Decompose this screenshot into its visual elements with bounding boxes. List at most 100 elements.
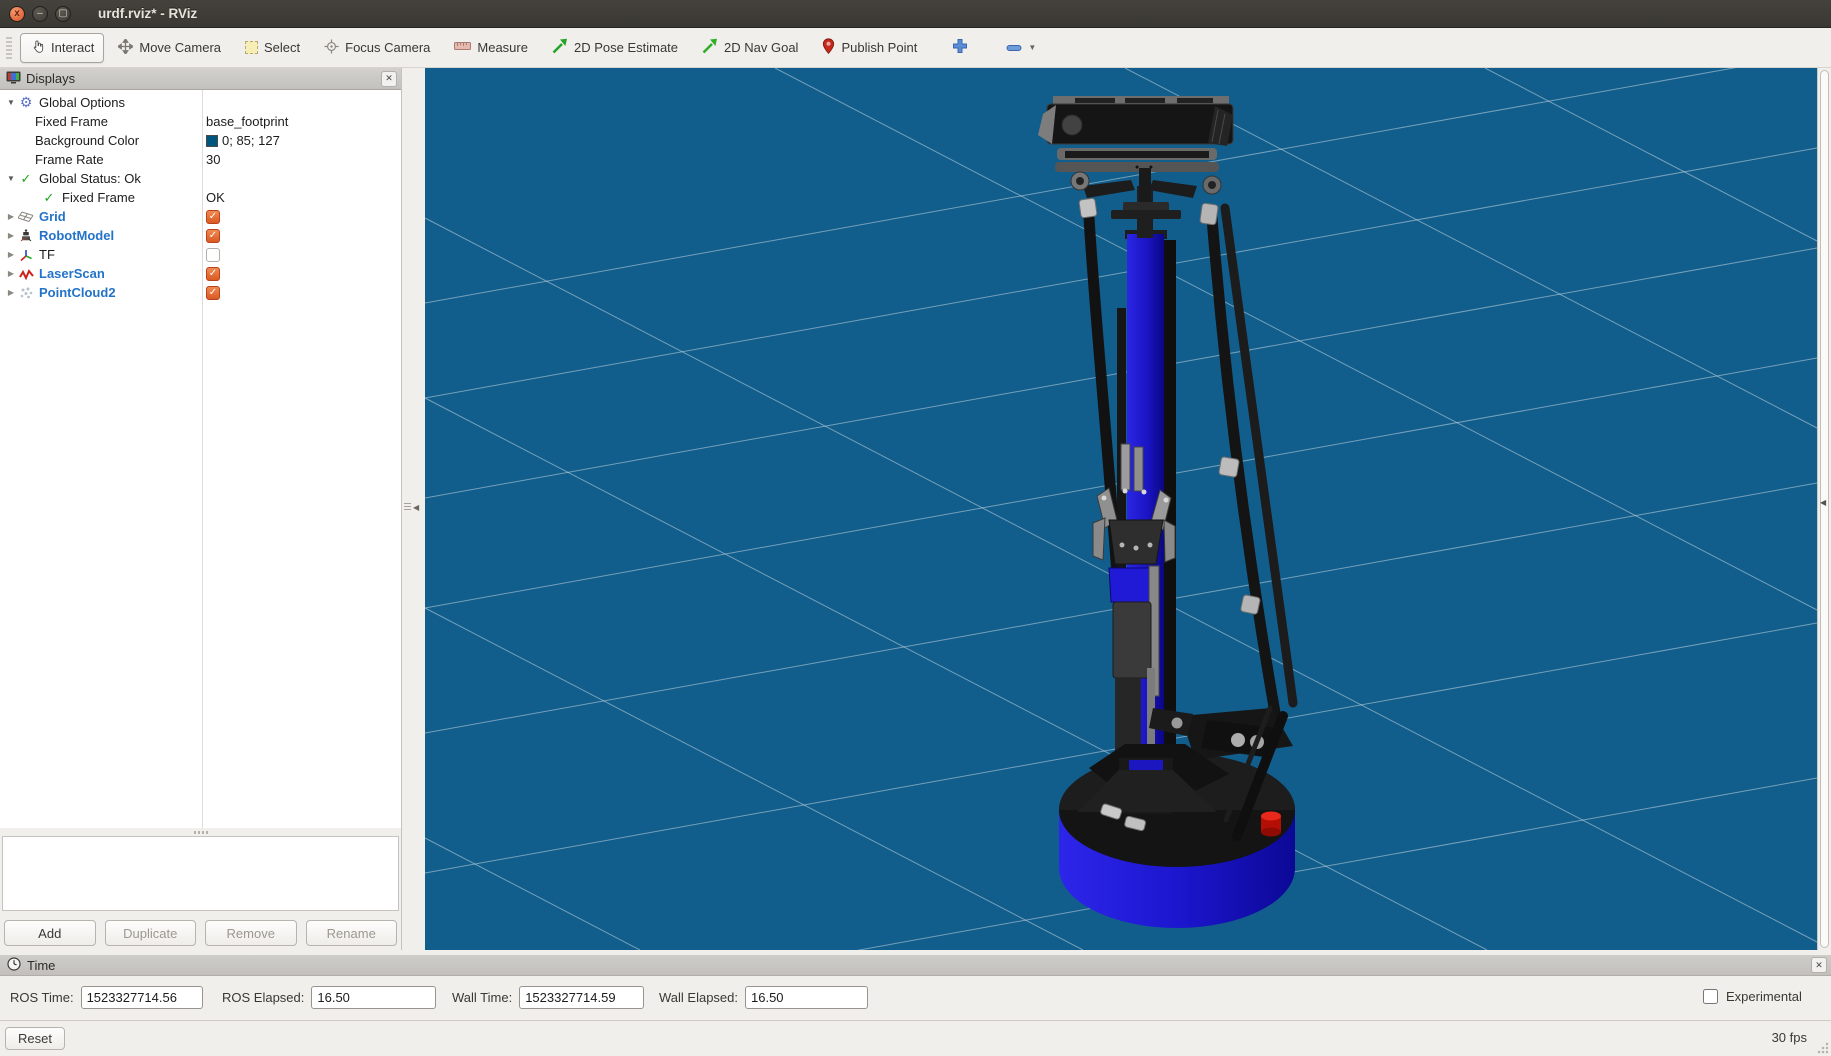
focus-camera-icon bbox=[324, 39, 339, 57]
fixed-frame-value[interactable]: base_footprint bbox=[206, 114, 288, 129]
panel-viewport-splitter[interactable]: ◀ bbox=[402, 68, 425, 950]
displays-panel: Displays ✕ ▼ ⚙ Global Options Fixed Fram… bbox=[0, 68, 402, 950]
experimental-checkbox[interactable] bbox=[1703, 989, 1718, 1004]
resize-grip[interactable] bbox=[1816, 1041, 1829, 1054]
window-minimize-button[interactable]: – bbox=[32, 6, 48, 22]
tree-row-robotmodel[interactable]: ▶ RobotModel ✓ bbox=[0, 226, 401, 245]
wall-elapsed-input[interactable] bbox=[745, 986, 868, 1009]
tf-checkbox[interactable] bbox=[206, 248, 220, 262]
expander-icon[interactable]: ▼ bbox=[5, 98, 17, 107]
tree-row-global-options[interactable]: ▼ ⚙ Global Options bbox=[0, 93, 401, 112]
tree-row-fixed-frame[interactable]: Fixed Frame base_footprint bbox=[0, 112, 401, 131]
right-panel-handle[interactable] bbox=[1820, 70, 1829, 948]
measure-icon bbox=[454, 40, 471, 55]
reset-button[interactable]: Reset bbox=[5, 1027, 65, 1050]
panel-collapse-handle[interactable]: ◀ bbox=[404, 498, 423, 516]
expander-icon[interactable]: ▶ bbox=[5, 231, 17, 240]
displays-tree: ▼ ⚙ Global Options Fixed Frame base_foot… bbox=[0, 90, 401, 828]
tool-measure-label: Measure bbox=[477, 40, 528, 55]
displays-panel-title: Displays bbox=[26, 71, 75, 86]
select-icon bbox=[245, 41, 258, 54]
robot-model bbox=[1038, 96, 1295, 928]
tool-publish-point[interactable]: Publish Point bbox=[812, 32, 927, 63]
plus-icon bbox=[952, 38, 968, 57]
ros-time-label: ROS Time: bbox=[10, 990, 74, 1005]
tree-row-grid[interactable]: ▶ Grid ✓ bbox=[0, 207, 401, 226]
ros-elapsed-label: ROS Elapsed: bbox=[222, 990, 304, 1005]
tree-row-background-color[interactable]: Background Color 0; 85; 127 bbox=[0, 131, 401, 150]
3d-viewport[interactable] bbox=[425, 68, 1817, 950]
robotmodel-checkbox[interactable]: ✓ bbox=[206, 229, 220, 243]
tree-help-splitter[interactable] bbox=[0, 828, 401, 836]
status-value: OK bbox=[206, 190, 225, 205]
tool-focus-camera-label: Focus Camera bbox=[345, 40, 430, 55]
expander-icon[interactable]: ▶ bbox=[5, 269, 17, 278]
expander-icon[interactable]: ▶ bbox=[5, 288, 17, 297]
expander-icon[interactable]: ▼ bbox=[5, 174, 17, 183]
toolbar: Interact Move Camera Select Focus Camera… bbox=[0, 28, 1831, 68]
window-maximize-button[interactable]: ▢ bbox=[55, 6, 71, 22]
tool-interact-label: Interact bbox=[51, 40, 94, 55]
ros-time-input[interactable] bbox=[81, 986, 203, 1009]
window-close-button[interactable]: x bbox=[9, 6, 25, 22]
duplicate-button: Duplicate bbox=[105, 920, 197, 946]
status-bar: Reset 30 fps bbox=[0, 1020, 1831, 1056]
tool-interact[interactable]: Interact bbox=[20, 33, 104, 63]
frame-rate-value[interactable]: 30 bbox=[206, 152, 220, 167]
remove-tool-button[interactable]: ▼ bbox=[999, 35, 1043, 60]
wall-time-label: Wall Time: bbox=[452, 990, 512, 1005]
check-icon: ✓ bbox=[40, 190, 58, 206]
wall-elapsed-label: Wall Elapsed: bbox=[659, 990, 738, 1005]
displays-close-icon[interactable]: ✕ bbox=[381, 71, 397, 87]
tool-2d-pose-estimate[interactable]: 2D Pose Estimate bbox=[542, 32, 688, 63]
interact-icon bbox=[30, 39, 45, 57]
remove-button: Remove bbox=[205, 920, 297, 946]
add-button[interactable]: Add bbox=[4, 920, 96, 946]
tool-publish-point-label: Publish Point bbox=[841, 40, 917, 55]
tool-select-label: Select bbox=[264, 40, 300, 55]
time-panel-header: Time ✕ bbox=[0, 955, 1831, 976]
rviz-window: x – ▢ urdf.rviz* - RViz Interact Move Ca… bbox=[0, 0, 1831, 1056]
grid-checkbox[interactable]: ✓ bbox=[206, 210, 220, 224]
color-swatch bbox=[206, 135, 218, 147]
tool-measure[interactable]: Measure bbox=[444, 34, 538, 61]
time-close-icon[interactable]: ✕ bbox=[1811, 957, 1827, 973]
check-icon: ✓ bbox=[17, 171, 35, 187]
background-color-value[interactable]: 0; 85; 127 bbox=[206, 133, 280, 148]
minus-icon bbox=[1006, 40, 1022, 55]
gear-icon: ⚙ bbox=[17, 94, 35, 111]
tool-2d-nav-goal[interactable]: 2D Nav Goal bbox=[692, 32, 808, 63]
time-panel-title: Time bbox=[27, 958, 55, 973]
toolbar-grip[interactable] bbox=[6, 37, 12, 59]
window-title: urdf.rviz* - RViz bbox=[98, 6, 197, 21]
tree-row-laserscan[interactable]: ▶ LaserScan ✓ bbox=[0, 264, 401, 283]
publish-point-icon bbox=[822, 38, 835, 57]
rename-button: Rename bbox=[306, 920, 398, 946]
tool-move-camera[interactable]: Move Camera bbox=[108, 33, 231, 63]
tool-focus-camera[interactable]: Focus Camera bbox=[314, 33, 440, 63]
pose-estimate-icon bbox=[552, 38, 568, 57]
add-tool-button[interactable] bbox=[945, 33, 975, 62]
pointcloud-icon bbox=[17, 286, 35, 300]
pointcloud2-checkbox[interactable]: ✓ bbox=[206, 286, 220, 300]
tf-icon bbox=[17, 248, 35, 262]
tree-row-pointcloud2[interactable]: ▶ PointCloud2 ✓ bbox=[0, 283, 401, 302]
tree-row-global-status[interactable]: ▼ ✓ Global Status: Ok bbox=[0, 169, 401, 188]
time-panel-body: ROS Time: ROS Elapsed: Wall Time: Wall E… bbox=[0, 976, 1831, 1020]
tree-row-status-fixed-frame[interactable]: ✓ Fixed Frame OK bbox=[0, 188, 401, 207]
laserscan-checkbox[interactable]: ✓ bbox=[206, 267, 220, 281]
tree-row-tf[interactable]: ▶ TF bbox=[0, 245, 401, 264]
right-panel-strip[interactable]: ◀ bbox=[1817, 68, 1831, 950]
title-bar: x – ▢ urdf.rviz* - RViz bbox=[0, 0, 1831, 28]
tree-row-frame-rate[interactable]: Frame Rate 30 bbox=[0, 150, 401, 169]
property-help-box bbox=[2, 836, 399, 911]
wall-time-input[interactable] bbox=[519, 986, 644, 1009]
displays-panel-header: Displays ✕ bbox=[0, 68, 401, 90]
nav-goal-icon bbox=[702, 38, 718, 57]
expander-icon[interactable]: ▶ bbox=[5, 212, 17, 221]
ros-elapsed-input[interactable] bbox=[311, 986, 436, 1009]
tool-select[interactable]: Select bbox=[235, 34, 310, 61]
fps-counter: 30 fps bbox=[1772, 1030, 1807, 1045]
grid-icon bbox=[17, 211, 35, 223]
expander-icon[interactable]: ▶ bbox=[5, 250, 17, 259]
